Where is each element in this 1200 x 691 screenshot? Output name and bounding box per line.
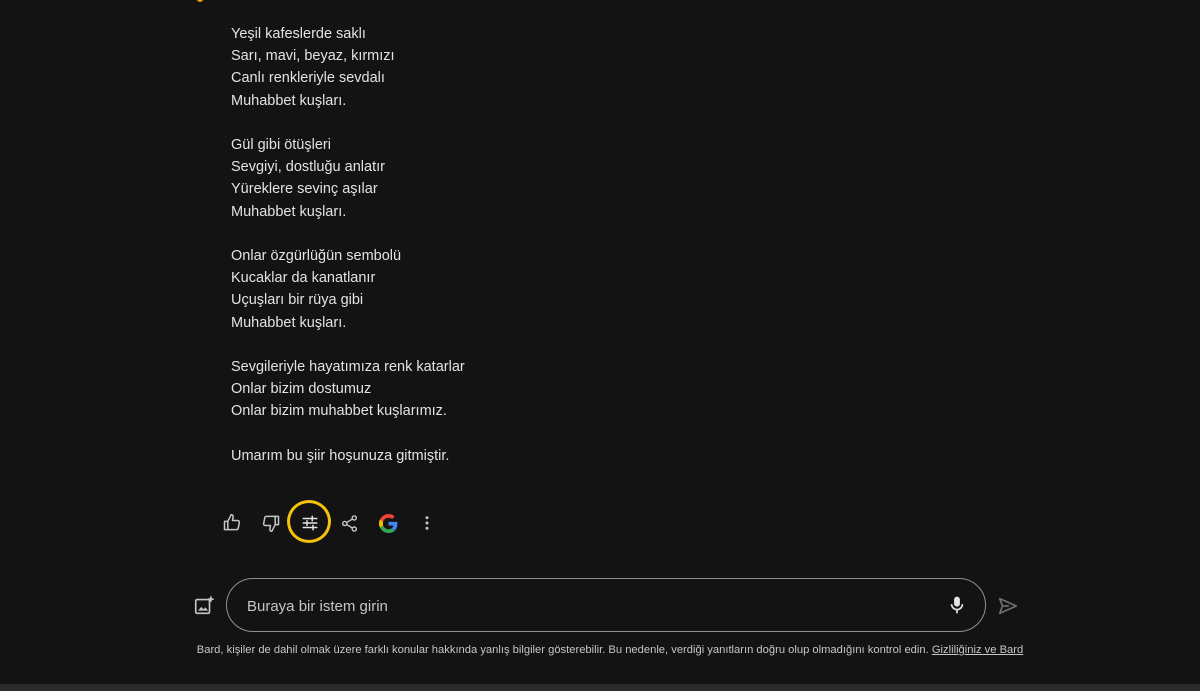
poem-stanza: Yeşil kafeslerde saklı Sarı, mavi, beyaz… bbox=[231, 23, 931, 112]
image-upload-button[interactable] bbox=[190, 592, 218, 620]
bard-sparkle-icon bbox=[197, 0, 203, 2]
share-icon bbox=[341, 514, 357, 532]
more-options-button[interactable] bbox=[409, 505, 445, 541]
add-image-icon bbox=[194, 596, 214, 615]
more-vert-icon bbox=[425, 516, 429, 530]
closing-line: Umarım bu şiir hoşunuza gitmiştir. bbox=[231, 447, 450, 464]
prompt-container bbox=[226, 578, 986, 633]
poem-line: Sevgiyi, dostluğu anlatır bbox=[231, 159, 385, 176]
bard-chat-window: Yeşil kafeslerde saklı Sarı, mavi, beyaz… bbox=[0, 0, 1200, 684]
window-bottom-edge bbox=[0, 684, 1200, 691]
poem-line: Onlar özgürlüğün sembolü bbox=[231, 248, 402, 264]
poem-line: Muhabbet kuşları. bbox=[231, 92, 347, 109]
privacy-link[interactable]: Gizliliğiniz ve Bard bbox=[932, 644, 1023, 656]
response-action-bar bbox=[214, 505, 448, 541]
poem-line: Yeşil kafeslerde saklı bbox=[231, 26, 366, 42]
poem-line: Onlar bizim muhabbet kuşlarımız. bbox=[231, 403, 447, 420]
thumbs-down-button[interactable] bbox=[253, 505, 289, 541]
microphone-icon bbox=[950, 596, 964, 614]
send-icon bbox=[998, 597, 1018, 615]
modify-response-icon bbox=[302, 515, 318, 531]
poem-line: Yüreklere sevinç aşılar bbox=[231, 181, 378, 198]
google-it-button[interactable] bbox=[370, 505, 406, 541]
poem-stanza: Sevgileriyle hayatımıza renk katarlar On… bbox=[231, 356, 931, 423]
poem-line: Uçuşları bir rüya gibi bbox=[231, 292, 364, 309]
poem-line: Gül gibi ötüşleri bbox=[231, 137, 331, 153]
poem-line: Muhabbet kuşları. bbox=[231, 314, 347, 331]
poem-line: Sevgileriyle hayatımıza renk katarlar bbox=[231, 359, 465, 375]
poem-line: Sarı, mavi, beyaz, kırmızı bbox=[231, 48, 395, 65]
poem-line: Muhabbet kuşları. bbox=[231, 203, 347, 220]
microphone-button[interactable] bbox=[945, 593, 969, 617]
poem-stanza: Onlar özgürlüğün sembolü Kucaklar da kan… bbox=[231, 245, 931, 334]
send-button[interactable] bbox=[996, 594, 1020, 618]
poem-stanza: Gül gibi ötüşleri Sevgiyi, dostluğu anla… bbox=[231, 134, 931, 223]
thumbs-up-icon bbox=[223, 513, 241, 531]
poem-line: Canlı renkleriyle sevdalı bbox=[231, 70, 385, 87]
poem-line: Onlar bizim dostumuz bbox=[231, 381, 372, 398]
disclaimer: Bard, kişiler de dahil olmak üzere farkl… bbox=[190, 643, 1030, 658]
poem-line: Kucaklar da kanatlanır bbox=[231, 270, 376, 287]
prompt-input[interactable] bbox=[245, 579, 939, 633]
modify-response-button[interactable] bbox=[292, 505, 328, 541]
disclaimer-text: Bard, kişiler de dahil olmak üzere farkl… bbox=[196, 644, 929, 656]
thumbs-down-icon bbox=[262, 515, 280, 533]
thumbs-up-button[interactable] bbox=[214, 505, 250, 541]
share-button[interactable] bbox=[331, 505, 367, 541]
google-icon bbox=[378, 513, 397, 533]
response-text: Yeşil kafeslerde saklı Sarı, mavi, beyaz… bbox=[231, 23, 931, 467]
